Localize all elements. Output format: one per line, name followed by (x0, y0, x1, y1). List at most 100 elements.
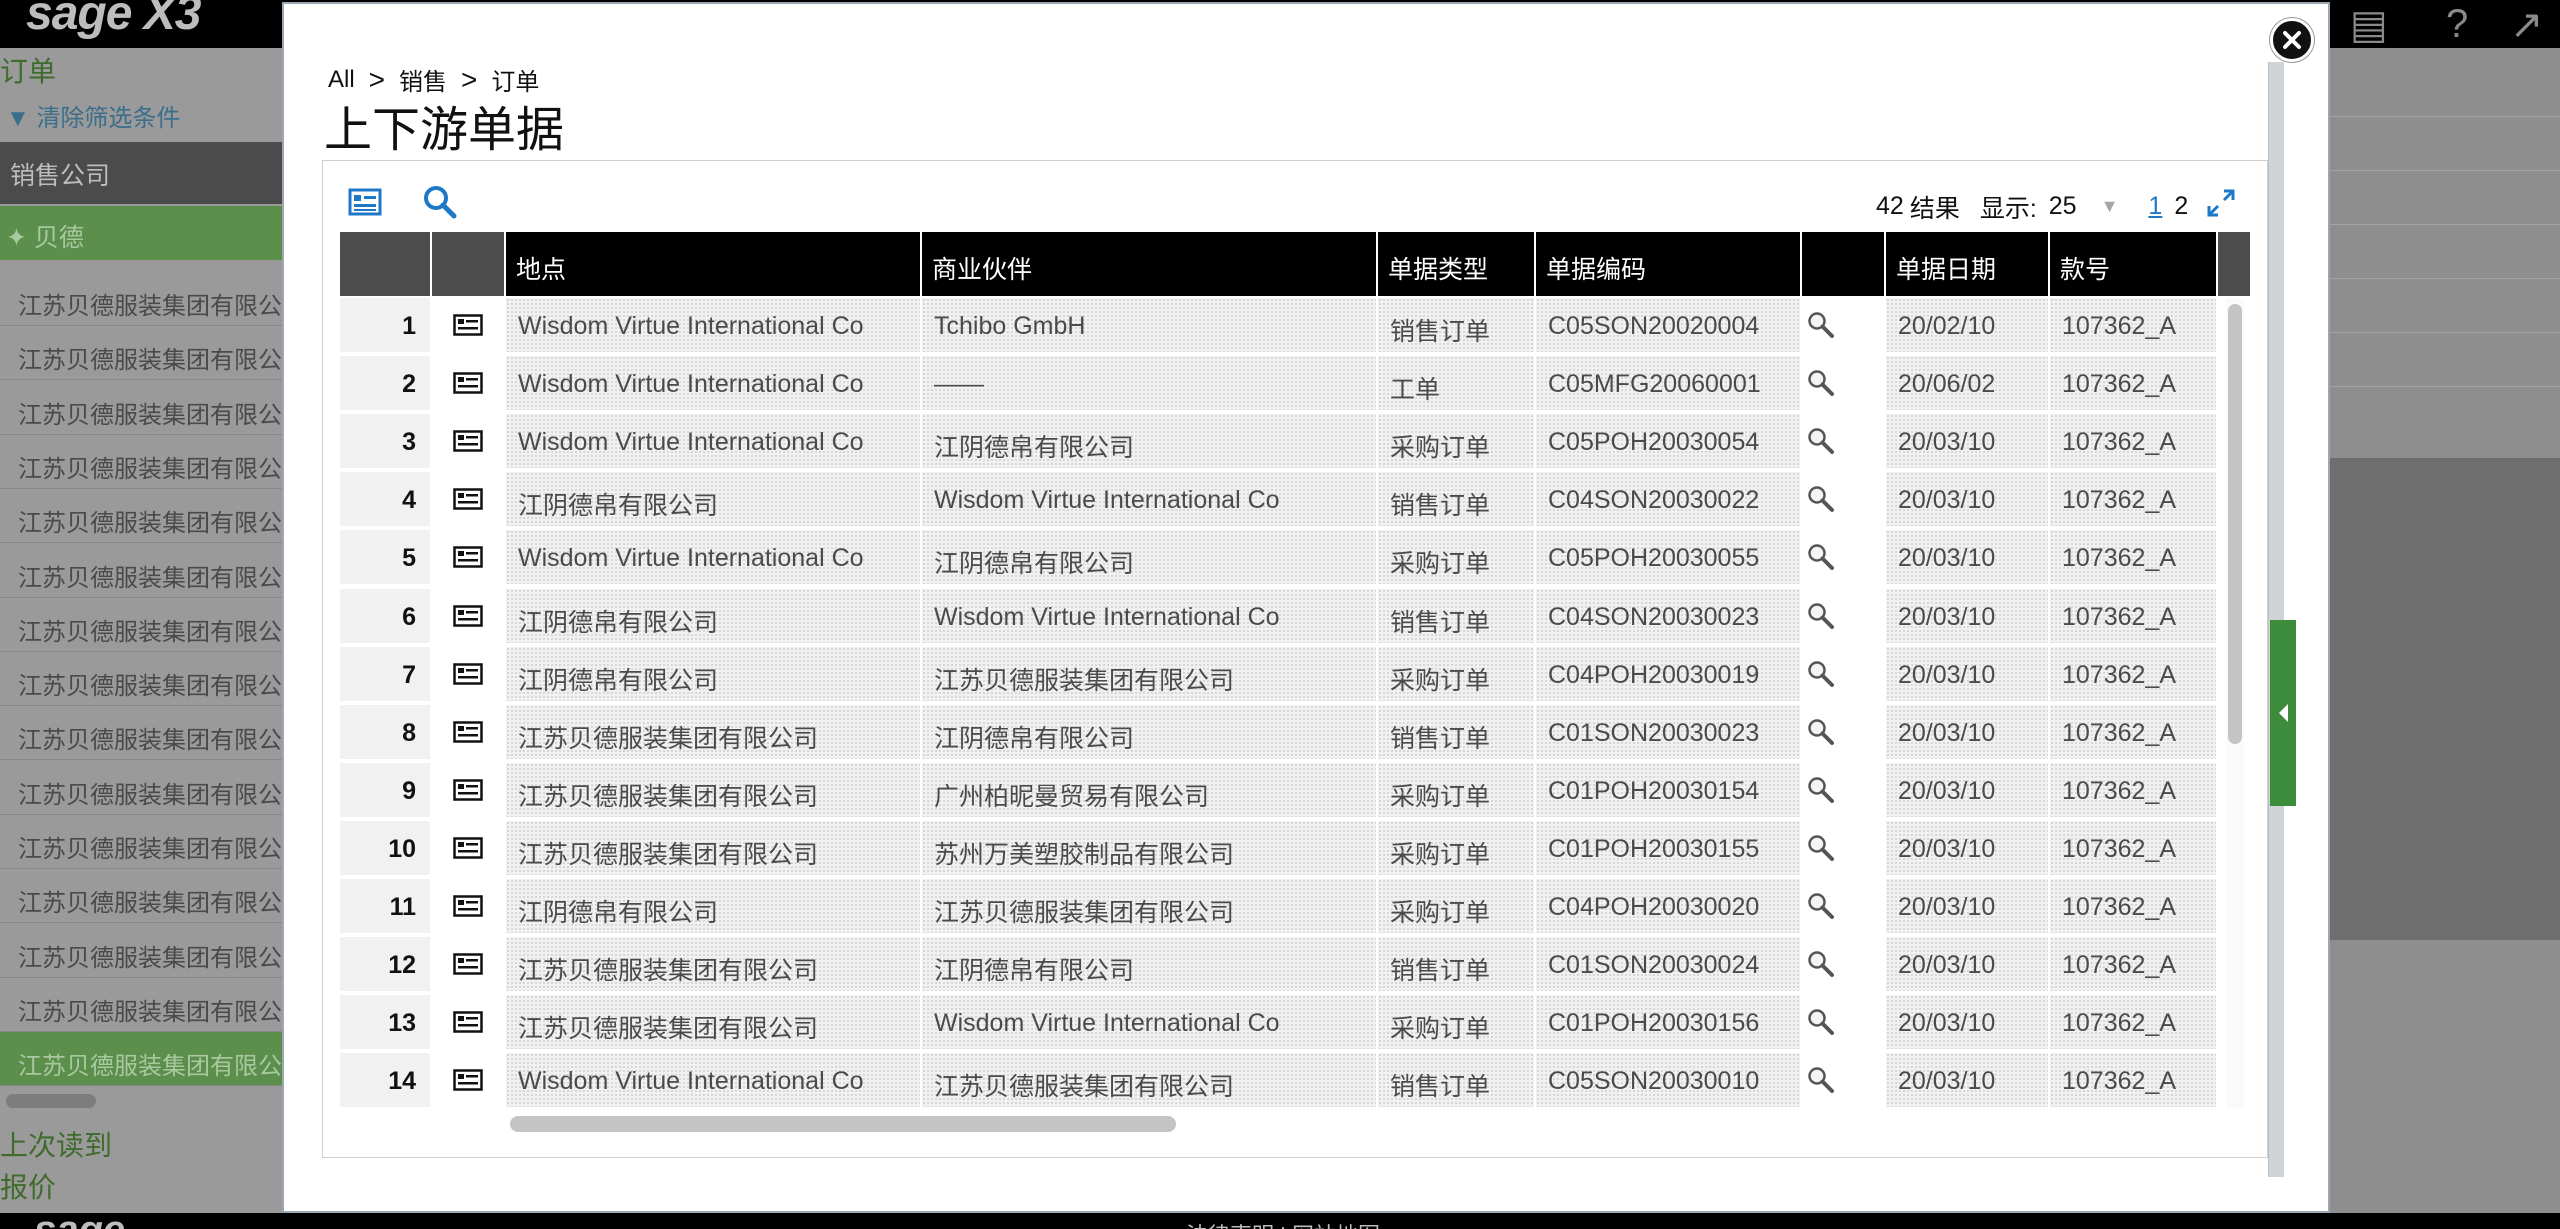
row-number: 4 (340, 472, 432, 529)
record-detail-icon (453, 546, 483, 569)
company-list-item[interactable]: 江苏贝德服装集团有限公 (0, 869, 282, 924)
table-row[interactable]: 5 Wisdom Virtue International Co 江阴德帛有限公司采… (340, 530, 2220, 588)
company-list-item[interactable]: 江苏贝德服装集团有限公 (0, 652, 282, 707)
company-list-item[interactable]: 江苏贝德服装集团有限公 (0, 706, 282, 761)
magnifier-icon (1808, 428, 1834, 455)
company-list-item[interactable]: 江苏贝德服装集团有限公 (0, 544, 282, 598)
company-list-item[interactable]: 江苏贝德服装集团有限公 (0, 1032, 282, 1087)
row-detail-button[interactable] (432, 1053, 506, 1110)
row-lookup-button[interactable] (1802, 530, 1886, 587)
quote-link[interactable]: 报价 (0, 1166, 56, 1206)
row-lookup-button[interactable] (1802, 646, 1886, 703)
header-doc-no[interactable]: 单据编码 (1536, 232, 1802, 296)
table-row[interactable]: 3 Wisdom Virtue International Co 江阴德帛有限公司采… (340, 414, 2220, 472)
row-detail-button[interactable] (432, 414, 506, 471)
cell-doc-type: 销售订单 (1378, 704, 1536, 761)
row-detail-button[interactable] (432, 356, 506, 413)
cell-style-no: 107362_A (2050, 995, 2218, 1052)
header-partner[interactable]: 商业伙伴 (922, 232, 1378, 296)
row-detail-button[interactable] (432, 472, 506, 529)
table-row[interactable]: 10 江苏贝德服装集团有限公司 苏州万美塑胶制品有限公司 采购订单 C01POH2003… (340, 820, 2220, 879)
row-lookup-button[interactable] (1802, 588, 1886, 645)
company-list-item[interactable]: 江苏贝德服装集团有限公 (0, 815, 282, 869)
help-icon[interactable]: ? (2446, 2, 2468, 47)
row-detail-button[interactable] (432, 646, 506, 703)
table-row[interactable]: 7 江阴德帛有限公司 江苏贝德服装集团有限公司 采购订单 C04POH20030019 2… (340, 646, 2220, 705)
row-lookup-button[interactable] (1802, 704, 1886, 761)
row-lookup-button[interactable] (1802, 937, 1886, 994)
header-doc-type[interactable]: 单据类型 (1378, 232, 1536, 296)
row-detail-button[interactable] (432, 588, 506, 645)
row-lookup-button[interactable] (1802, 820, 1886, 877)
row-lookup-button[interactable] (1802, 356, 1886, 413)
row-detail-button[interactable] (432, 704, 506, 761)
table-row[interactable]: 11 江阴德帛有限公司 江苏贝德服装集团有限公司 采购订单 C04POH20030020… (340, 879, 2220, 937)
magnifier-icon (1808, 660, 1834, 687)
clear-filters-link[interactable]: ▼ 清除筛选条件 (6, 98, 180, 133)
row-lookup-button[interactable] (1802, 879, 1886, 935)
last-read-link[interactable]: 上次读到 (0, 1124, 112, 1164)
row-number: 11 (340, 879, 432, 935)
cell-doc-date: 20/03/10 (1886, 1053, 2050, 1110)
side-panel-toggle[interactable] (2270, 620, 2296, 806)
close-button[interactable] (2270, 18, 2314, 62)
company-list-item[interactable]: 江苏贝德服装集团有限公 (0, 272, 282, 326)
page-size-select[interactable]: 25 (2049, 192, 2077, 221)
table-row[interactable]: 4 江阴德帛有限公司 Wisdom Virtue International Co 销… (340, 472, 2220, 530)
company-list-item[interactable]: 江苏贝德服装集团有限公 (0, 924, 282, 978)
row-lookup-button[interactable] (1802, 414, 1886, 471)
table-row[interactable]: 1 Wisdom Virtue International Co Tchibo Gm… (340, 298, 2220, 356)
row-lookup-button[interactable] (1802, 1053, 1886, 1110)
company-list-item[interactable]: 江苏贝德服装集团有限公 (0, 326, 282, 381)
table-row[interactable]: 12 江苏贝德服装集团有限公司 江阴德帛有限公司 销售订单 C01SON20030024… (340, 937, 2220, 995)
magnifier-icon (1808, 486, 1834, 513)
company-list-item[interactable]: 江苏贝德服装集团有限公 (0, 978, 282, 1032)
right-panel (2330, 48, 2560, 458)
grid-icon[interactable]: ▤ (2350, 2, 2388, 48)
header-doc-date[interactable]: 单据日期 (1886, 232, 2050, 296)
card-view-button[interactable] (348, 187, 382, 222)
table-row[interactable]: 2 Wisdom Virtue International Co —— 工单 C05MF… (340, 356, 2220, 414)
company-list-item[interactable]: 江苏贝德服装集团有限公 (0, 489, 282, 544)
table-row[interactable]: 9 江苏贝德服装集团有限公司 广州柏昵曼贸易有限公司 采购订单 C01POH200301… (340, 762, 2220, 821)
table-vertical-scroll-thumb[interactable] (2228, 304, 2242, 744)
pin-icon[interactable]: ↗ (2510, 2, 2544, 48)
company-list-item[interactable]: 江苏贝德服装集团有限公 (0, 381, 282, 435)
company-list-item[interactable]: 江苏贝德服装集团有限公 (0, 435, 282, 489)
table-row[interactable]: 8 江苏贝德服装集团有限公司 江阴德帛有限公司 销售订单 C01SON20030023 2… (340, 704, 2220, 763)
footer-links[interactable]: 法律声明 | 网站地图 (1186, 1218, 1380, 1229)
cell-style-no: 107362_A (2050, 588, 2218, 645)
row-detail-button[interactable] (432, 995, 506, 1052)
row-lookup-button[interactable] (1802, 995, 1886, 1052)
table-horizontal-scroll-thumb[interactable] (510, 1116, 1176, 1132)
caret-down-icon[interactable]: ▼ (2101, 196, 2119, 217)
cell-doc-no: C05SON20020004 (1536, 298, 1802, 354)
table-row[interactable]: 6 江阴德帛有限公司 Wisdom Virtue International Co 销… (340, 588, 2220, 647)
row-detail-button[interactable] (432, 530, 506, 587)
row-lookup-button[interactable] (1802, 762, 1886, 819)
expand-button[interactable] (2206, 188, 2236, 225)
selected-company-filter[interactable]: ✦ 贝德 (0, 206, 282, 260)
right-panel-divider (2330, 224, 2560, 225)
cell-partner: 广州柏昵曼贸易有限公司 (922, 762, 1378, 819)
row-lookup-button[interactable] (1802, 472, 1886, 529)
record-detail-icon (453, 488, 483, 511)
cell-site: 江苏贝德服装集团有限公司 (506, 762, 922, 819)
header-site[interactable]: 地点 (506, 232, 922, 296)
cell-partner: Wisdom Virtue International Co (922, 588, 1378, 645)
header-style-no[interactable]: 款号 (2050, 232, 2218, 296)
row-detail-button[interactable] (432, 298, 506, 354)
company-list-item[interactable]: 江苏贝德服装集团有限公 (0, 598, 282, 652)
search-button[interactable] (422, 184, 458, 225)
table-row[interactable]: 13 江苏贝德服装集团有限公司 Wisdom Virtue Internationa… (340, 995, 2220, 1053)
table-row[interactable]: 14 Wisdom Virtue International Co 江苏贝德服装集团… (340, 1053, 2220, 1111)
row-detail-button[interactable] (432, 937, 506, 994)
page-link-2[interactable]: 2 (2174, 192, 2188, 221)
company-list-item[interactable]: 江苏贝德服装集团有限公 (0, 761, 282, 815)
sidebar-scrollbar[interactable] (6, 1094, 96, 1108)
row-detail-button[interactable] (432, 879, 506, 935)
row-detail-button[interactable] (432, 762, 506, 819)
row-detail-button[interactable] (432, 820, 506, 877)
row-lookup-button[interactable] (1802, 298, 1886, 354)
page-link-1[interactable]: 1 (2148, 192, 2162, 221)
